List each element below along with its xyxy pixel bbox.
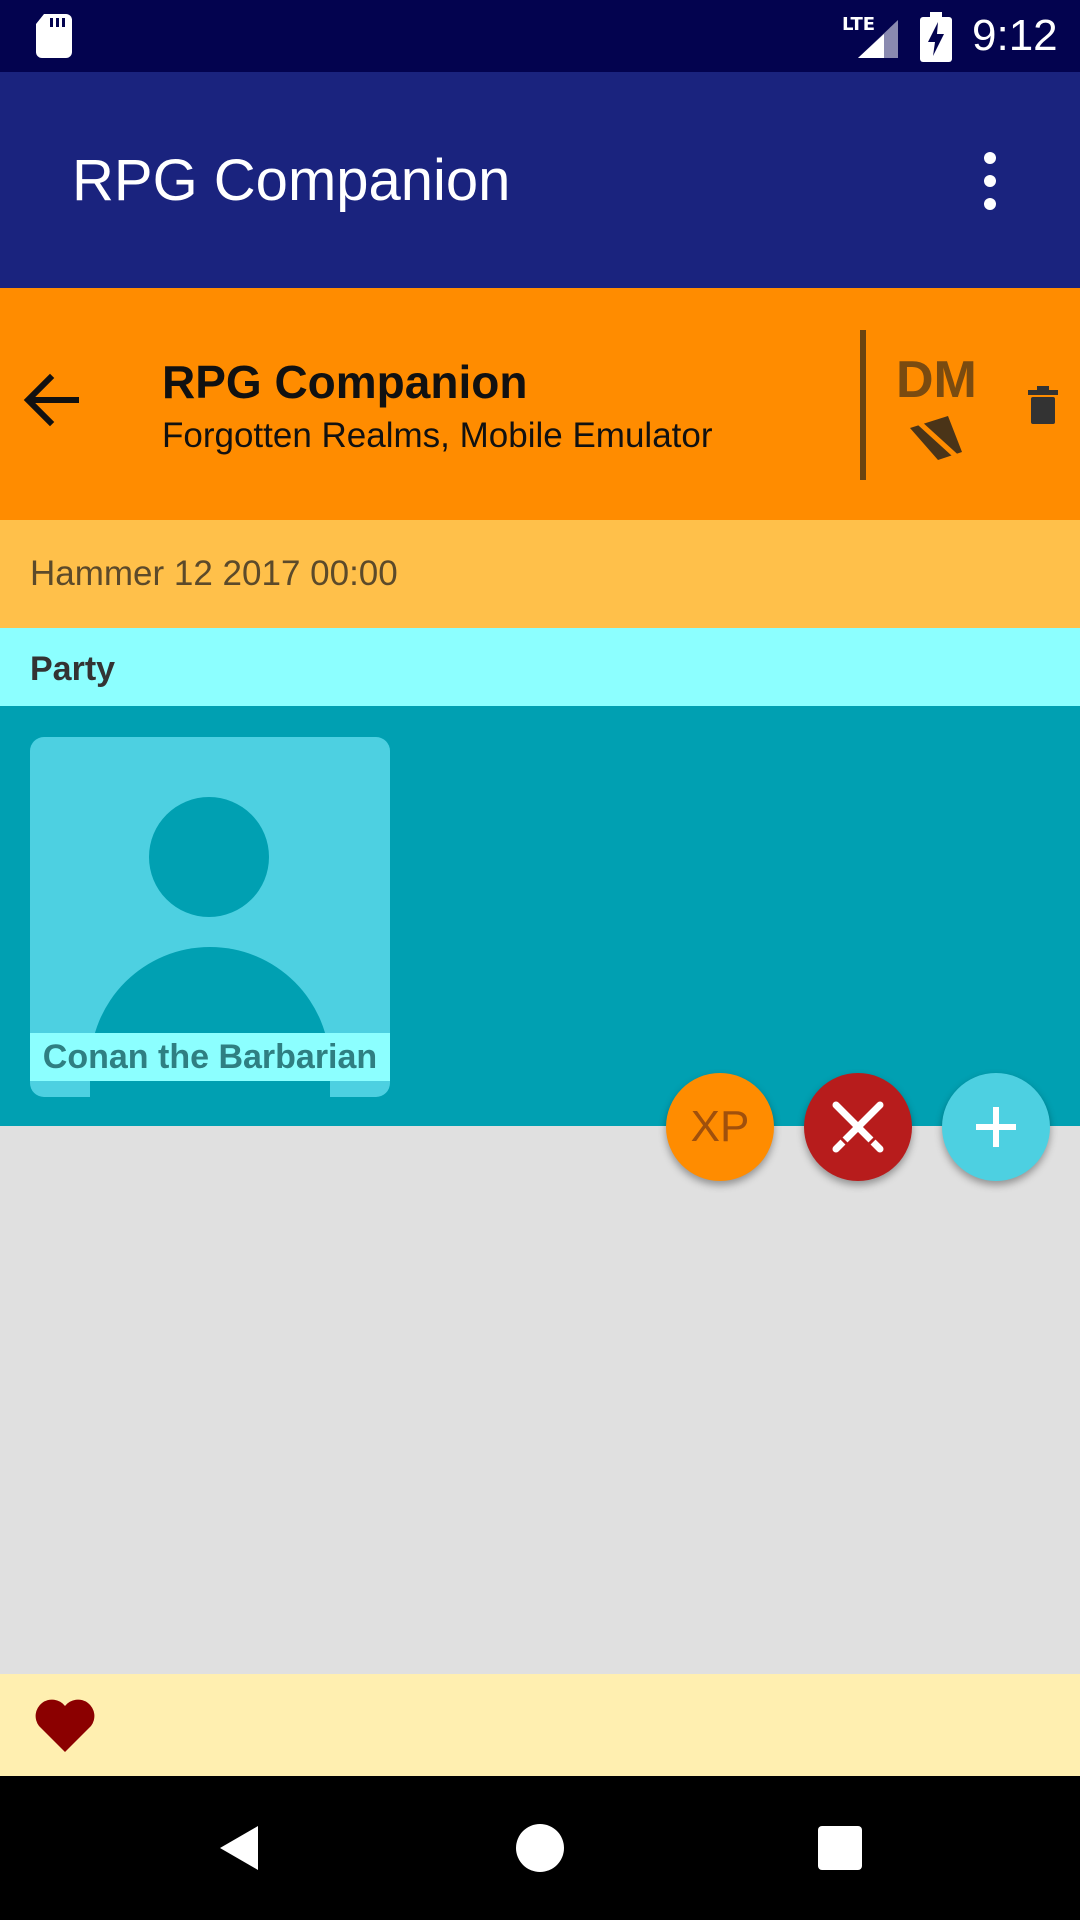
crossed-swords-icon <box>832 1101 884 1153</box>
xp-button[interactable]: XP <box>666 1073 774 1181</box>
character-card[interactable]: Conan the Barbarian <box>30 737 390 1097</box>
add-character-button[interactable] <box>942 1073 1050 1181</box>
more-vert-icon-dot <box>984 198 996 210</box>
more-options-button[interactable] <box>964 152 1016 210</box>
lte-signal-icon: LTE <box>842 14 898 58</box>
heart-icon[interactable] <box>34 1696 96 1754</box>
bottom-strip <box>0 1674 1080 1776</box>
in-game-date: Hammer 12 2017 00:00 <box>30 554 398 593</box>
plus-icon <box>976 1107 1016 1147</box>
dm-role-label[interactable]: DM <box>896 350 977 410</box>
delete-icon[interactable] <box>1028 386 1058 424</box>
back-arrow-icon[interactable] <box>20 368 84 432</box>
campaign-title: RPG Companion <box>162 356 528 408</box>
app-title: RPG Companion <box>72 148 511 213</box>
person-placeholder-icon <box>149 797 269 917</box>
more-vert-icon-dot <box>984 175 996 187</box>
nav-home-icon[interactable] <box>516 1824 564 1872</box>
nav-recents-icon[interactable] <box>818 1826 862 1870</box>
xp-label: XP <box>690 1102 750 1151</box>
character-name: Conan the Barbarian <box>42 1038 378 1076</box>
svg-text:LTE: LTE <box>842 14 875 35</box>
no-signal-icon <box>910 416 962 460</box>
party-header <box>0 628 1080 706</box>
party-label: Party <box>30 650 116 688</box>
combat-button[interactable] <box>804 1073 912 1181</box>
sd-card-icon <box>36 14 72 58</box>
battery-charging-icon <box>920 12 952 62</box>
status-bar: LTE 9:12 <box>0 0 1080 72</box>
nav-back-icon[interactable] <box>216 1824 264 1872</box>
campaign-subtitle: Forgotten Realms, Mobile Emulator <box>162 416 713 455</box>
header-divider <box>860 330 866 480</box>
clock: 9:12 <box>972 11 1058 60</box>
more-vert-icon <box>984 152 996 164</box>
